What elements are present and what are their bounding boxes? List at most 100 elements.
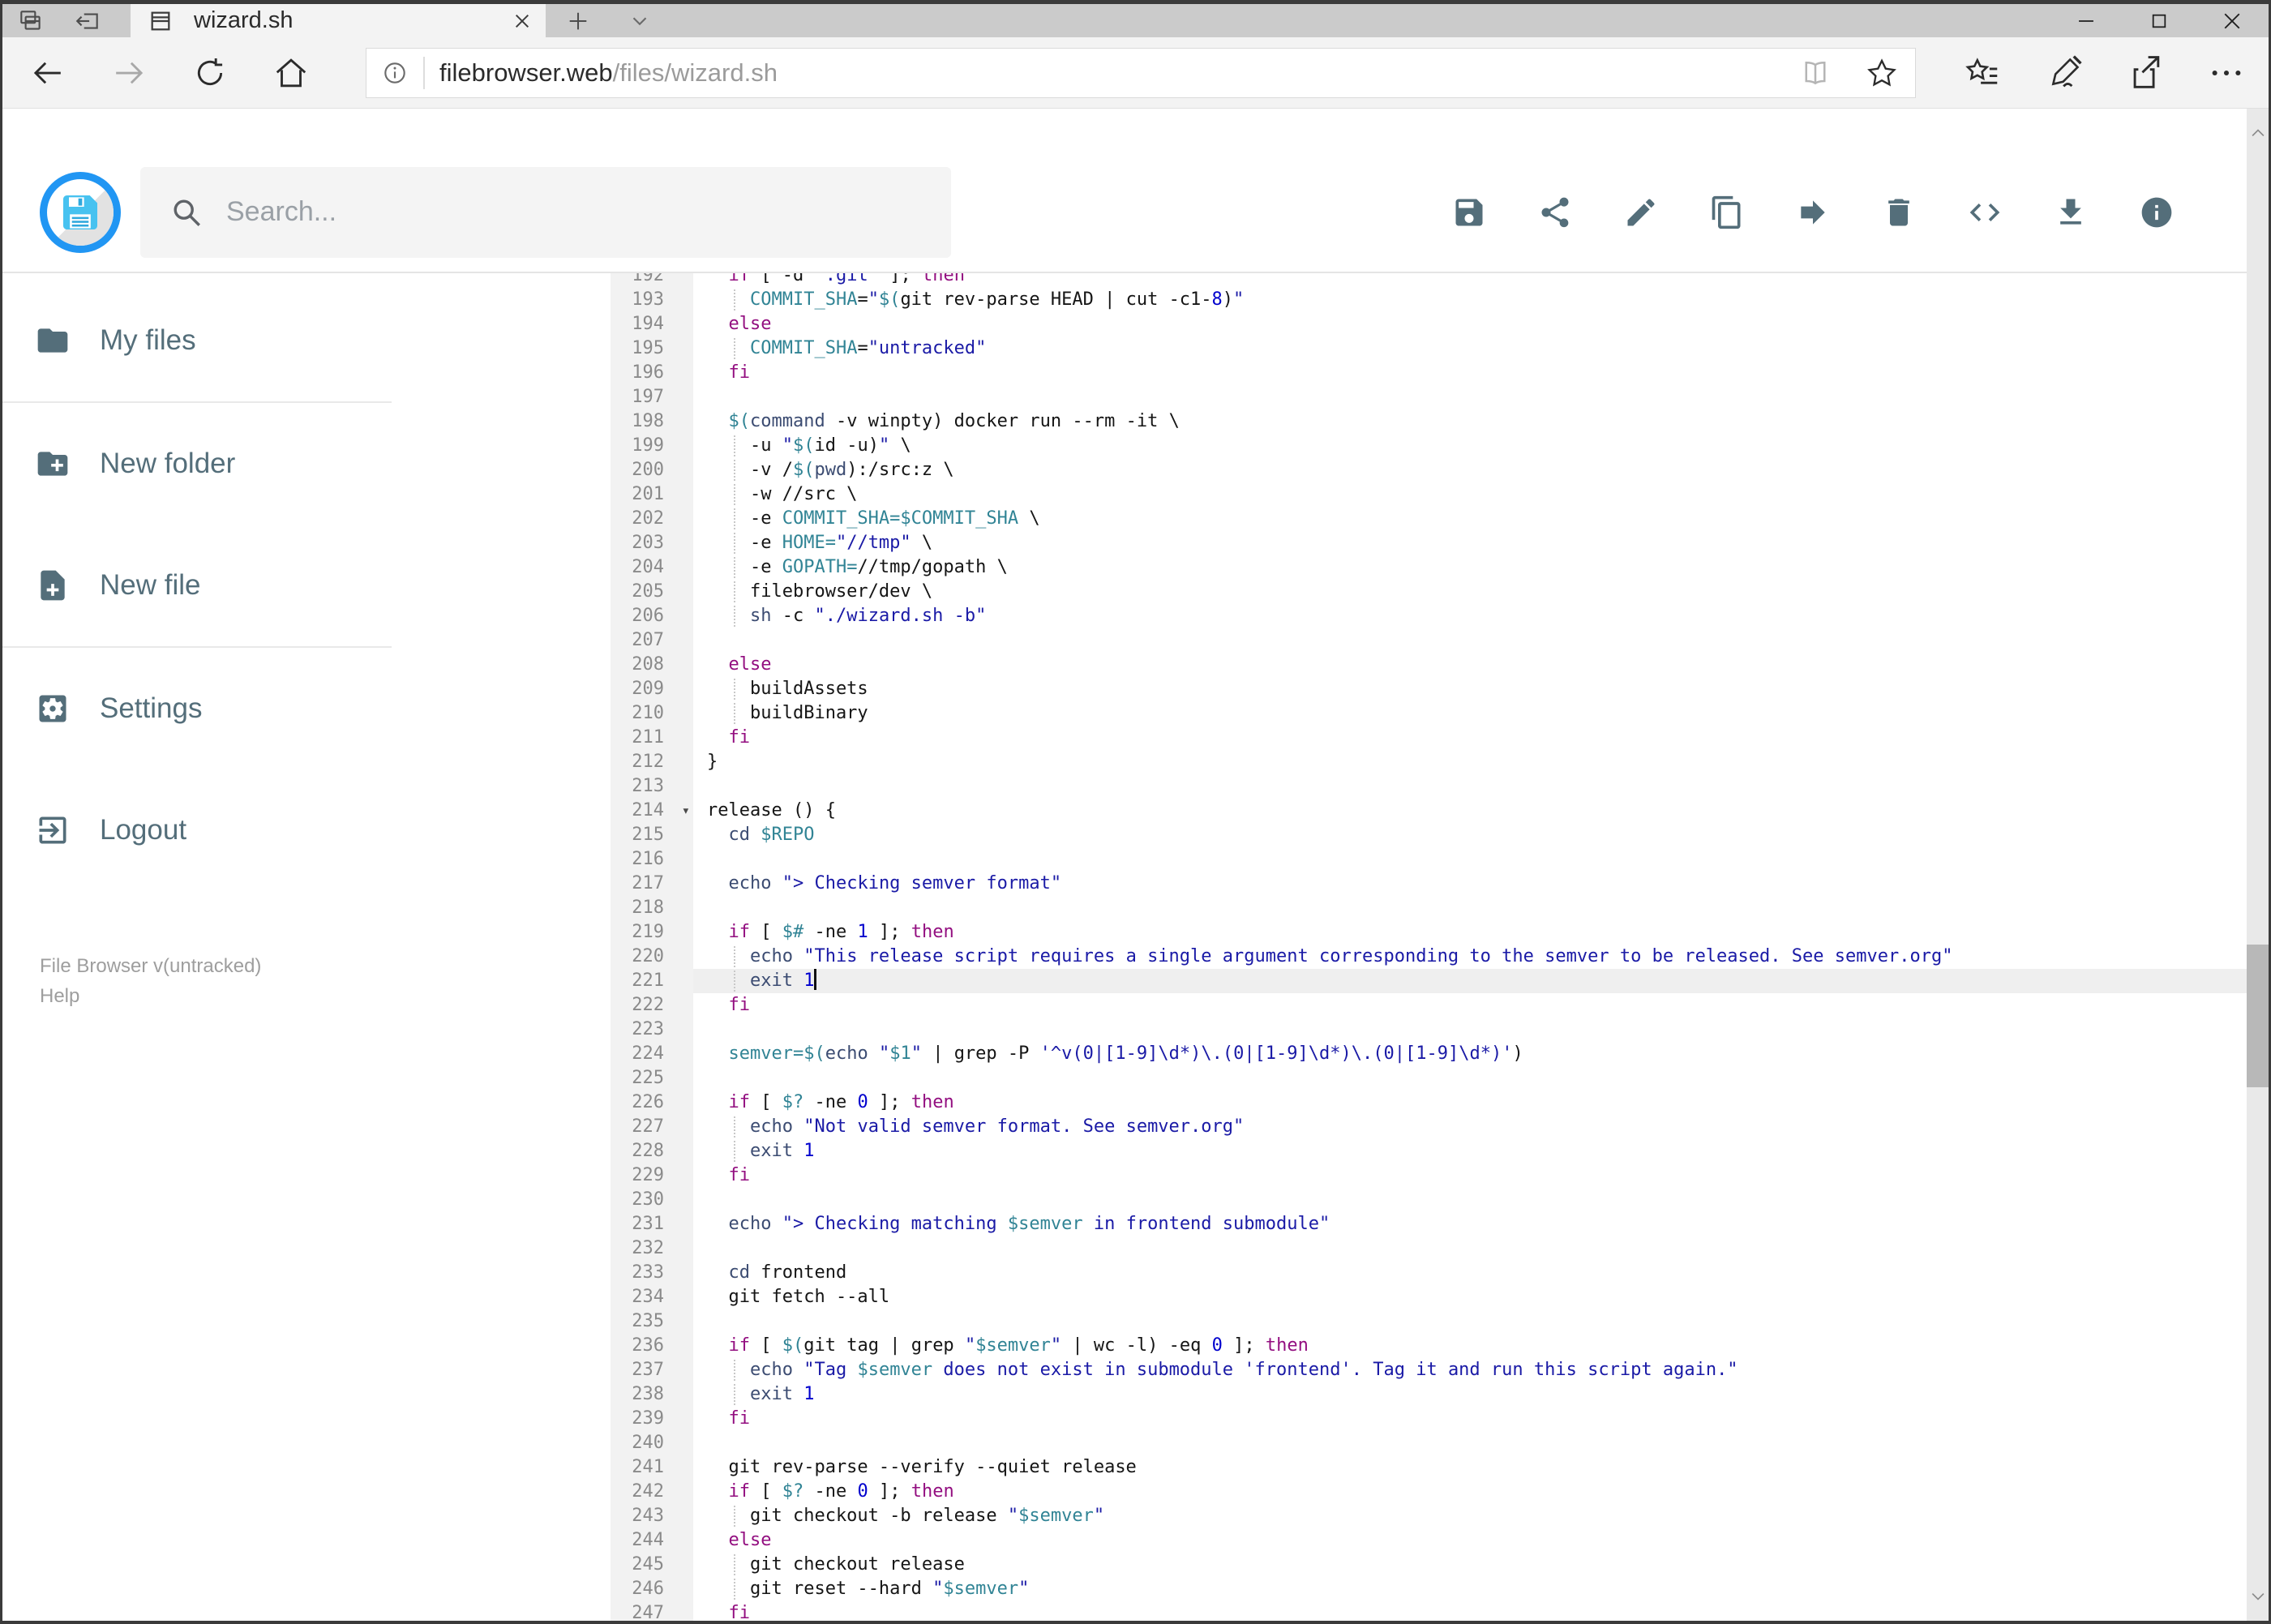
sidebar-item-new-folder[interactable]: New folder <box>2 403 392 525</box>
code-line-223[interactable] <box>693 1018 2247 1042</box>
url-text[interactable]: filebrowser.web/files/wizard.sh <box>425 58 1782 88</box>
code-line-219[interactable]: if [ $# -ne 1 ]; then <box>693 920 2247 945</box>
code-line-230[interactable] <box>693 1188 2247 1212</box>
download-button[interactable] <box>2028 169 2114 255</box>
code-line-227[interactable]: echo "Not valid semver format. See semve… <box>693 1115 2247 1139</box>
refresh-button[interactable] <box>169 37 251 109</box>
code-line-215[interactable]: cd $REPO <box>693 823 2247 847</box>
edit-button[interactable] <box>1598 169 1684 255</box>
sidebar-item-my-files[interactable]: My files <box>2 280 392 401</box>
address-bar[interactable]: filebrowser.web/files/wizard.sh <box>366 47 1916 98</box>
maximize-button[interactable] <box>2123 4 2196 37</box>
code-line-197[interactable] <box>693 385 2247 409</box>
code-line-241[interactable]: git rev-parse --verify --quiet release <box>693 1455 2247 1480</box>
code-editor[interactable]: 192 193 194 195 196 197 198 199 200 201 202 203 204 2… <box>611 273 2247 1621</box>
web-note-button[interactable] <box>2024 37 2105 109</box>
code-line-238[interactable]: exit 1 <box>693 1382 2247 1407</box>
info-button[interactable] <box>2114 169 2200 255</box>
code-line-196[interactable]: fi <box>693 361 2247 385</box>
set-tabs-aside-button[interactable] <box>59 4 116 37</box>
sidebar-item-settings[interactable]: Settings <box>2 648 392 769</box>
sidebar-item-new-file[interactable]: New file <box>2 525 392 646</box>
code-line-198[interactable]: $(command -v winpty) docker run --rm -it… <box>693 409 2247 434</box>
filebrowser-logo[interactable] <box>40 171 121 253</box>
code-line-204[interactable]: -e GOPATH=//tmp/gopath \ <box>693 555 2247 580</box>
code-line-231[interactable]: echo "> Checking matching $semver in fro… <box>693 1212 2247 1236</box>
tab-close-icon[interactable] <box>512 11 533 32</box>
code-line-214[interactable]: release () { <box>693 799 2247 823</box>
code-line-200[interactable]: -v /$(pwd):/src:z \ <box>693 458 2247 482</box>
code-line-234[interactable]: git fetch --all <box>693 1285 2247 1309</box>
hub-favorites-button[interactable] <box>1943 37 2024 109</box>
save-button[interactable] <box>1426 169 1512 255</box>
code-line-245[interactable]: git checkout release <box>693 1553 2247 1577</box>
code-line-229[interactable]: fi <box>693 1163 2247 1188</box>
code-line-217[interactable]: echo "> Checking semver format" <box>693 872 2247 896</box>
minimize-button[interactable] <box>2050 4 2123 37</box>
code-line-221[interactable]: exit 1 <box>693 969 2247 993</box>
code-line-218[interactable] <box>693 896 2247 920</box>
code-line-226[interactable]: if [ $? -ne 0 ]; then <box>693 1091 2247 1115</box>
search-input[interactable] <box>225 195 935 229</box>
new-tab-button[interactable] <box>546 4 611 37</box>
code-line-209[interactable]: buildAssets <box>693 677 2247 701</box>
search-box[interactable] <box>140 166 951 258</box>
editor-code-area[interactable]: if [ -d ".git" ]; then COMMIT_SHA="$(git… <box>693 273 2247 1621</box>
code-line-202[interactable]: -e COMMIT_SHA=$COMMIT_SHA \ <box>693 507 2247 531</box>
code-line-216[interactable] <box>693 847 2247 872</box>
code-line-192[interactable]: if [ -d ".git" ]; then <box>693 273 2247 288</box>
code-line-213[interactable] <box>693 774 2247 799</box>
code-line-201[interactable]: -w //src \ <box>693 482 2247 507</box>
share-button[interactable] <box>1512 169 1598 255</box>
code-line-240[interactable] <box>693 1431 2247 1455</box>
code-line-212[interactable]: } <box>693 750 2247 774</box>
code-line-244[interactable]: else <box>693 1528 2247 1553</box>
code-line-199[interactable]: -u "$(id -u)" \ <box>693 434 2247 458</box>
reading-view-button[interactable] <box>1782 56 1849 90</box>
code-line-243[interactable]: git checkout -b release "$semver" <box>693 1504 2247 1528</box>
code-line-225[interactable] <box>693 1066 2247 1091</box>
code-line-220[interactable]: echo "This release script requires a sin… <box>693 945 2247 969</box>
code-line-222[interactable]: fi <box>693 993 2247 1018</box>
code-line-194[interactable]: else <box>693 312 2247 336</box>
code-line-237[interactable]: echo "Tag $semver does not exist in subm… <box>693 1358 2247 1382</box>
delete-button[interactable] <box>1856 169 1942 255</box>
code-line-203[interactable]: -e HOME="//tmp" \ <box>693 531 2247 555</box>
sidebar-item-logout[interactable]: Logout <box>2 769 392 891</box>
back-button[interactable] <box>7 37 88 109</box>
fold-caret-icon[interactable]: ▾ <box>682 799 690 823</box>
code-line-206[interactable]: sh -c "./wizard.sh -b" <box>693 604 2247 628</box>
code-line-228[interactable]: exit 1 <box>693 1139 2247 1163</box>
code-button[interactable] <box>1942 169 2028 255</box>
site-info-icon[interactable] <box>366 59 423 87</box>
code-line-207[interactable] <box>693 628 2247 653</box>
page-scrollbar[interactable] <box>2247 109 2269 1621</box>
settings-and-more-button[interactable] <box>2186 37 2267 109</box>
show-tab-previews-button[interactable] <box>611 4 669 37</box>
code-line-246[interactable]: git reset --hard "$semver" <box>693 1577 2247 1601</box>
code-line-239[interactable]: fi <box>693 1407 2247 1431</box>
code-line-224[interactable]: semver=$(echo "$1" | grep -P '^v(0|[1-9]… <box>693 1042 2247 1066</box>
code-line-195[interactable]: COMMIT_SHA="untracked" <box>693 336 2247 361</box>
scrollbar-down-arrow[interactable] <box>2247 1579 2269 1614</box>
move-button[interactable] <box>1770 169 1856 255</box>
code-line-233[interactable]: cd frontend <box>693 1261 2247 1285</box>
code-line-205[interactable]: filebrowser/dev \ <box>693 580 2247 604</box>
add-favorite-button[interactable] <box>1849 56 1915 90</box>
browser-tab-wizard-sh[interactable]: wizard.sh <box>131 4 546 37</box>
code-line-236[interactable]: if [ $(git tag | grep "$semver" | wc -l)… <box>693 1334 2247 1358</box>
home-button[interactable] <box>251 37 332 109</box>
forward-button[interactable] <box>88 37 169 109</box>
tab-preview-button[interactable] <box>2 4 59 37</box>
code-line-242[interactable]: if [ $? -ne 0 ]; then <box>693 1480 2247 1504</box>
code-line-235[interactable] <box>693 1309 2247 1334</box>
code-line-211[interactable]: fi <box>693 726 2247 750</box>
code-line-232[interactable] <box>693 1236 2247 1261</box>
scrollbar-up-arrow[interactable] <box>2247 115 2269 151</box>
code-line-208[interactable]: else <box>693 653 2247 677</box>
code-line-193[interactable]: COMMIT_SHA="$(git rev-parse HEAD | cut -… <box>693 288 2247 312</box>
code-line-247[interactable]: fi <box>693 1601 2247 1621</box>
code-line-210[interactable]: buildBinary <box>693 701 2247 726</box>
share-button[interactable] <box>2105 37 2186 109</box>
scrollbar-thumb[interactable] <box>2247 945 2269 1087</box>
